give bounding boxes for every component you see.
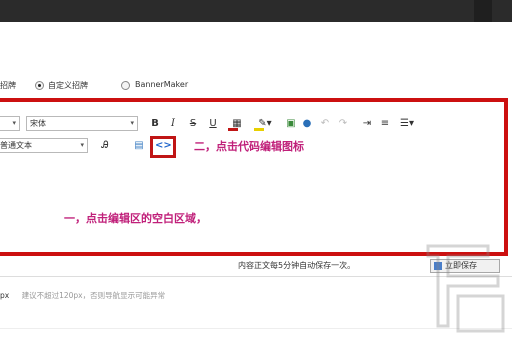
top-bar [0,0,512,22]
font-family-value: 宋体 [30,119,46,128]
highlight-color-button[interactable]: ✎▾ [252,117,278,131]
height-hint: px 建议不超过120px，否则导航显示可能异常 [0,290,165,301]
bold-button[interactable]: B [148,117,162,131]
chevron-down-icon: ▾ [130,119,134,127]
chevron-down-icon: ▾ [80,141,84,149]
height-unit: px [0,291,10,300]
paragraph-style-value: 普通文本 [0,141,32,150]
insert-image-icon[interactable]: ▤ [132,139,146,153]
highlight-color-swatch [254,128,264,131]
indent-icon[interactable]: ⇥ [360,117,374,131]
redo-icon[interactable]: ↷ [336,117,350,131]
radio-label-signboard[interactable]: 招牌 [0,80,16,91]
annotation-step-one: 一，点击编辑区的空白区域， [64,212,207,225]
autosave-status-text: 内容正文每5分钟自动保存一次。 [238,261,356,270]
editor-highlight-top [0,98,508,102]
paragraph-style-select[interactable]: 普通文本 ▾ [0,138,88,153]
radio-label-bannermaker[interactable]: BannerMaker [135,80,188,89]
signboard-type-radio-group: 招牌 自定义招牌 BannerMaker [0,78,512,94]
radio-label-custom-signboard[interactable]: 自定义招牌 [48,80,88,91]
italic-button[interactable]: I [166,117,180,131]
strikethrough-button[interactable]: S [186,117,200,131]
image-icon[interactable]: ▣ [284,117,298,131]
editor-toolbar-row-1: ▾ 宋体 ▾ B I S U ▦ ✎▾ ▣ ● ↶ ↷ ⇥ ≡ ☰▾ [0,114,512,134]
font-family-select[interactable]: 宋体 ▾ [26,116,138,131]
globe-icon[interactable]: ● [300,117,314,131]
radio-bannermaker[interactable] [121,81,130,90]
annotation-step-two: 二，点击代码编辑图标 [194,140,304,153]
list-icon[interactable]: ☰▾ [396,117,418,131]
format-select-partial[interactable]: ▾ [0,116,20,131]
code-icon: <> [155,140,172,151]
underline-button[interactable]: U [206,117,220,131]
clear-format-icon[interactable]: Ꭿ [98,139,112,153]
font-color-button[interactable]: ▦ [226,117,248,131]
font-color-swatch [228,128,238,131]
watermark-logo [426,244,505,333]
align-icon[interactable]: ≡ [378,117,392,131]
undo-icon[interactable]: ↶ [318,117,332,131]
height-hint-text: 建议不超过120px，否则导航显示可能异常 [21,291,166,300]
code-edit-button[interactable]: <> [150,136,176,158]
top-bar-gap [474,0,492,22]
radio-custom-signboard[interactable] [35,81,44,90]
